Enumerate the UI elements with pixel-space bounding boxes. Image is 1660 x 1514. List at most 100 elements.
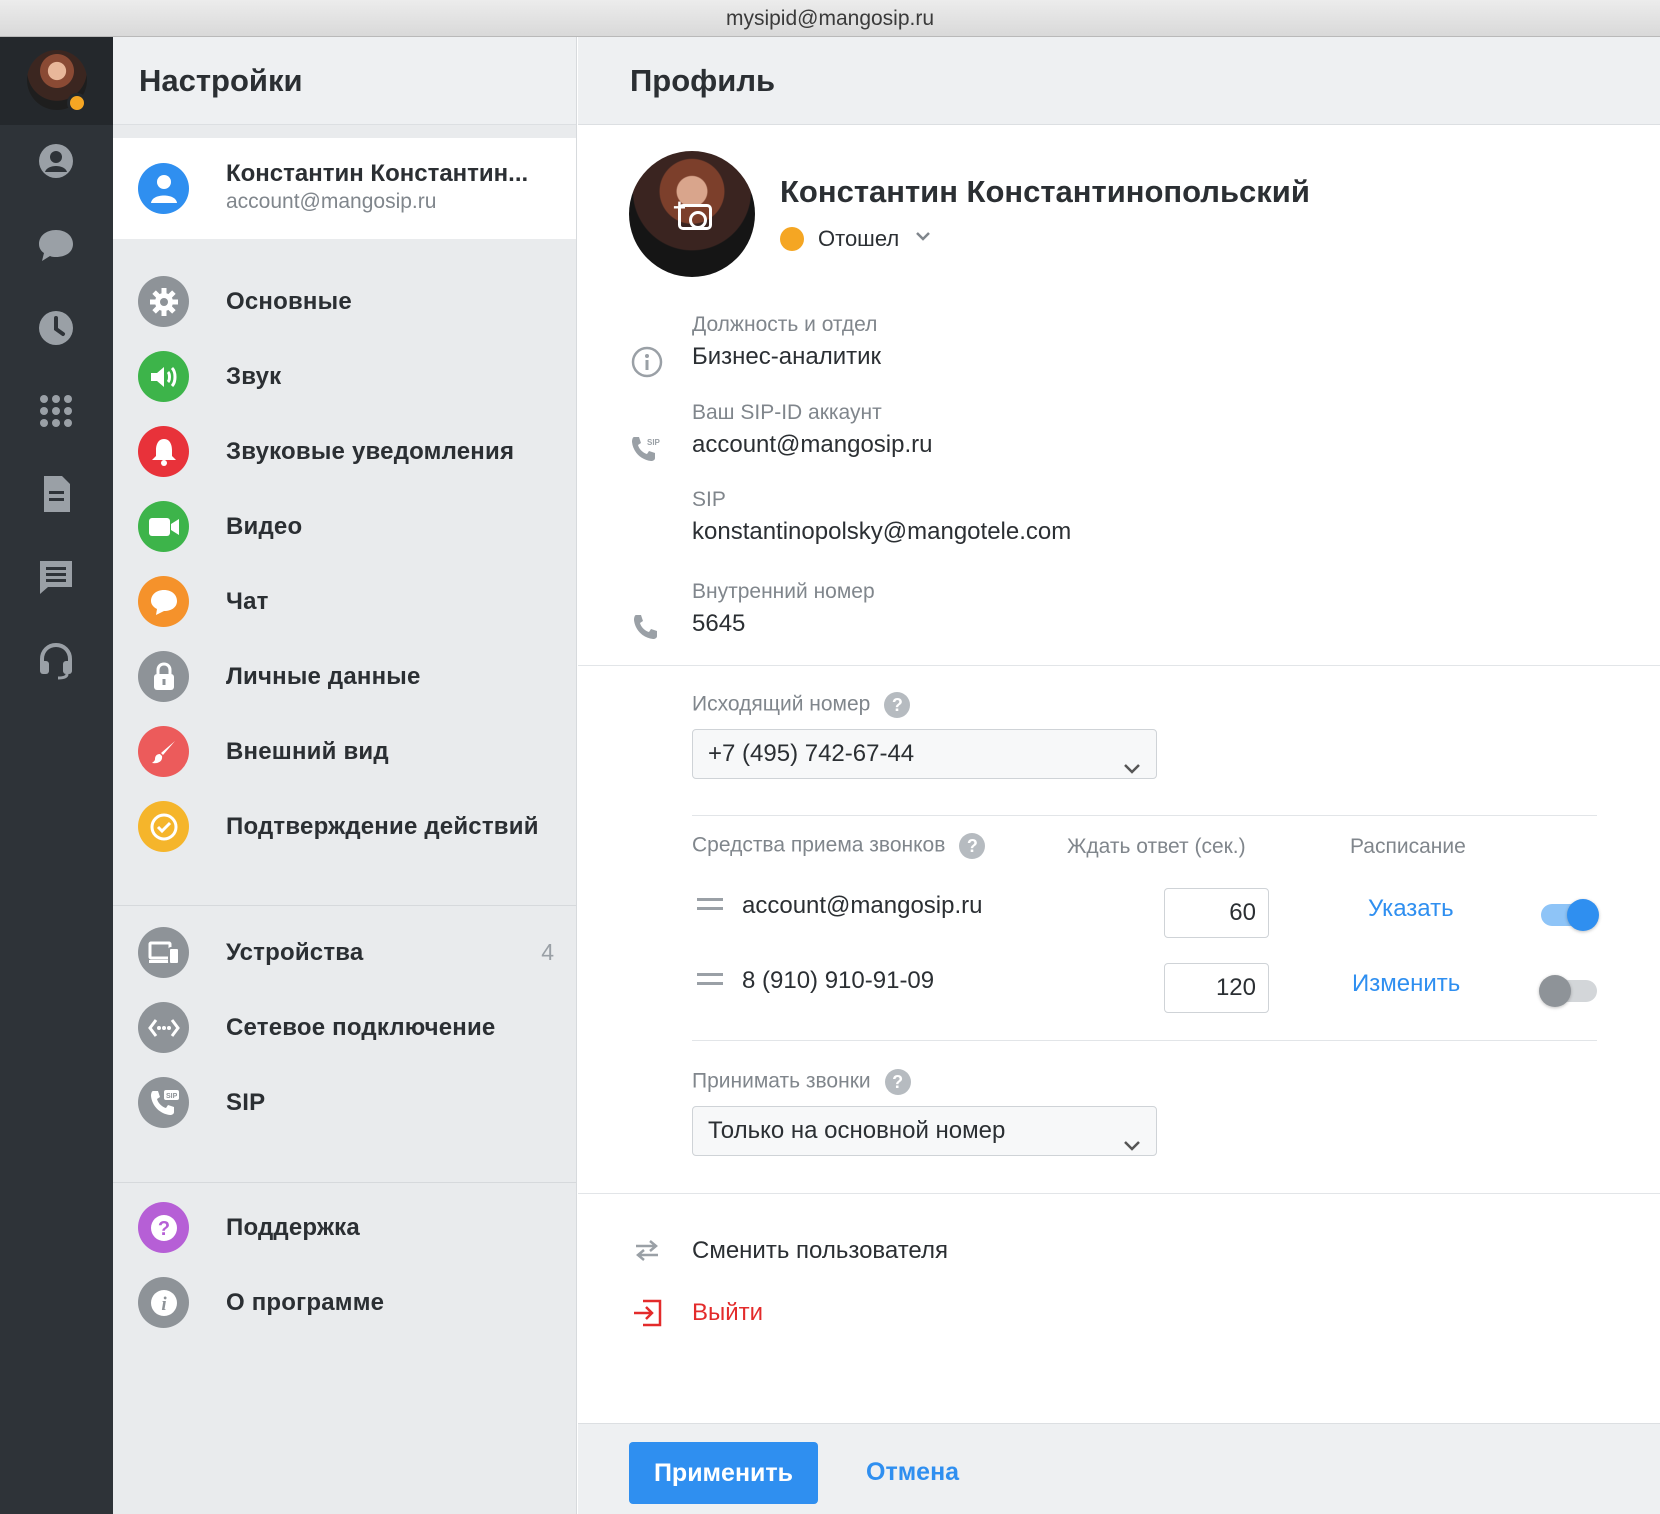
logout-icon[interactable]	[630, 1296, 664, 1330]
sip-phone-icon: SIP	[138, 1077, 189, 1128]
divider	[578, 665, 1660, 666]
info-icon: i	[138, 1277, 189, 1328]
chevron-down-icon[interactable]	[914, 229, 932, 248]
wait-input[interactable]: 120	[1164, 963, 1269, 1013]
receive-means-header: Средства приема звонков?	[692, 833, 986, 859]
receive-means-header-text: Средства приема звонков	[692, 833, 946, 857]
settings-item-label: Видео	[226, 513, 303, 540]
settings-item-label: Устройства	[226, 939, 364, 966]
settings-item-devices[interactable]: Устройства 4	[113, 915, 576, 990]
settings-item-label: О программе	[226, 1289, 385, 1316]
settings-item-label: Поддержка	[226, 1214, 360, 1241]
drag-handle-icon[interactable]	[697, 973, 723, 985]
accept-calls-label: Принимать звонки?	[692, 1069, 911, 1095]
outgoing-number-value: +7 (495) 742-67-44	[708, 740, 915, 767]
sip-value: konstantinopolsky@mangotele.com	[692, 518, 1072, 545]
settings-item-general[interactable]: Основные	[113, 264, 576, 339]
apply-button[interactable]: Применить	[629, 1442, 818, 1504]
settings-item-video[interactable]: Видео	[113, 489, 576, 564]
help-icon[interactable]: ?	[884, 1069, 911, 1095]
devices-count-badge: 4	[541, 939, 554, 965]
receive-row-name: account@mangosip.ru	[742, 892, 983, 919]
settings-item-label: Подтверждение действий	[226, 813, 539, 840]
network-icon	[138, 1002, 189, 1053]
profile-name: Константин Константинопольский	[780, 174, 1310, 209]
wait-header: Ждать ответ (сек.)	[1067, 835, 1246, 858]
status-dot	[67, 93, 87, 113]
settings-item-label: Внешний вид	[226, 738, 389, 765]
account-email: account@mangosip.ru	[226, 190, 437, 213]
settings-item-label: Сетевое подключение	[226, 1014, 496, 1041]
receive-toggle-on[interactable]	[1541, 899, 1599, 931]
settings-item-label: SIP	[226, 1089, 266, 1116]
wait-input[interactable]: 60	[1164, 888, 1269, 938]
settings-item-appearance[interactable]: Внешний вид	[113, 714, 576, 789]
chat-bubble-icon	[138, 576, 189, 627]
settings-item-network[interactable]: Сетевое подключение	[113, 990, 576, 1065]
headset-icon[interactable]	[36, 641, 76, 681]
settings-item-label: Личные данные	[226, 663, 421, 690]
footer-bar: Применить Отмена	[578, 1423, 1660, 1514]
lock-icon	[138, 651, 189, 702]
schedule-change-link[interactable]: Изменить	[1352, 970, 1460, 998]
left-rail	[0, 37, 113, 1514]
divider	[692, 1040, 1597, 1041]
history-icon[interactable]	[36, 308, 76, 348]
cancel-button[interactable]: Отмена	[866, 1458, 959, 1487]
user-icon	[138, 163, 189, 214]
gear-icon	[138, 276, 189, 327]
settings-item-label: Чат	[226, 588, 269, 615]
account-card[interactable]: Константин Константин... account@mangosi…	[113, 138, 576, 239]
divider	[113, 1182, 576, 1183]
question-icon: ?	[138, 1202, 189, 1253]
divider	[578, 1193, 1660, 1194]
sip-id-label: Ваш SIP-ID аккаунт	[692, 401, 882, 424]
help-icon[interactable]: ?	[884, 692, 911, 718]
contacts-icon[interactable]	[36, 141, 76, 181]
settings-item-personal-data[interactable]: Личные данные	[113, 639, 576, 714]
account-name: Константин Константин...	[226, 160, 529, 187]
rail-profile[interactable]	[0, 37, 113, 125]
document-icon[interactable]	[36, 474, 76, 514]
chevron-down-icon	[1122, 1121, 1142, 1169]
position-label: Должность и отдел	[692, 313, 878, 336]
profile-photo[interactable]: +	[629, 151, 755, 277]
svg-text:SIP: SIP	[647, 438, 661, 447]
add-photo-icon: +	[673, 195, 686, 220]
receive-toggle-off[interactable]	[1539, 975, 1597, 1007]
outgoing-number-select[interactable]: +7 (495) 742-67-44	[692, 729, 1157, 779]
sip-id-value: account@mangosip.ru	[692, 431, 933, 458]
schedule-set-link[interactable]: Указать	[1368, 895, 1454, 923]
help-icon[interactable]: ?	[959, 833, 986, 859]
svg-text:SIP: SIP	[166, 1093, 178, 1100]
accept-calls-label-text: Принимать звонки	[692, 1069, 871, 1093]
devices-icon	[138, 927, 189, 978]
dialpad-icon[interactable]	[36, 391, 76, 431]
settings-item-sound[interactable]: Звук	[113, 339, 576, 414]
settings-item-sound-notifications[interactable]: Звуковые уведомления	[113, 414, 576, 489]
logout-link[interactable]: Выйти	[692, 1299, 763, 1327]
internal-number-value: 5645	[692, 610, 746, 637]
switch-user-icon[interactable]	[630, 1233, 664, 1267]
list-icon[interactable]	[36, 557, 76, 597]
settings-item-confirmations[interactable]: Подтверждение действий	[113, 789, 576, 864]
status-dropdown[interactable]: Отошел	[818, 226, 899, 252]
switch-user-link[interactable]: Сменить пользователя	[692, 1237, 948, 1265]
brush-icon	[138, 726, 189, 777]
profile-panel: Профиль + Константин Константинопольский…	[578, 37, 1660, 1514]
accept-calls-select[interactable]: Только на основной номер	[692, 1106, 1157, 1156]
accept-calls-value: Только на основной номер	[708, 1117, 1006, 1144]
drag-handle-icon[interactable]	[697, 898, 723, 910]
info-circle-icon	[630, 345, 664, 379]
settings-item-label: Основные	[226, 288, 352, 315]
settings-item-about[interactable]: i О программе	[113, 1265, 576, 1340]
svg-text:i: i	[161, 1294, 167, 1315]
chat-icon[interactable]	[36, 225, 76, 265]
settings-item-chat[interactable]: Чат	[113, 564, 576, 639]
toggle-knob	[1539, 975, 1571, 1007]
check-icon	[138, 801, 189, 852]
settings-panel: Настройки Константин Константин... accou…	[113, 37, 577, 1514]
divider	[113, 905, 576, 906]
settings-item-support[interactable]: ? Поддержка	[113, 1190, 576, 1265]
settings-item-sip[interactable]: SIP SIP	[113, 1065, 576, 1140]
